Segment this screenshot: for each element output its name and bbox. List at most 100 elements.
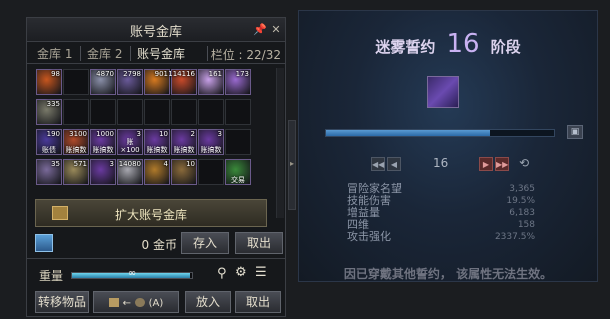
sort-icon[interactable]: ☰	[255, 265, 267, 280]
item-slot[interactable]: 3100 账搞数	[63, 129, 89, 155]
oath-stage: 16	[446, 29, 480, 59]
stat-list: 冒险家名望 3,365 技能伤害 19.5% 增益量 6,183 四维 158 攻击强化 2337…	[347, 183, 535, 243]
item-slot[interactable]: 10	[171, 159, 197, 185]
item-grid: 98 4870 2798 901 114116 161 173 335 190 账债 3100 账搞数…	[33, 68, 273, 186]
item-slot[interactable]: 98	[36, 69, 62, 95]
item-count: 35	[51, 160, 60, 168]
empty-slot[interactable]	[171, 99, 197, 125]
window-title: 账号金库	[129, 25, 182, 40]
transfer-shortcut-button[interactable]: ← (A)	[93, 291, 179, 313]
item-slot[interactable]: 1000 账搞数	[90, 129, 116, 155]
last-stage-icon[interactable]: ▶▶	[495, 157, 509, 171]
close-icon[interactable]: ✕	[269, 23, 283, 37]
item-count: 4	[163, 160, 168, 168]
oath-tooltip: 迷雾誓约 16 阶段 ▣ ◀◀ ◀ 16 ▶ ▶▶ ⟲ 冒险家名望 3,365 技能…	[298, 10, 598, 282]
item-count: 173	[235, 70, 249, 78]
empty-slot[interactable]	[90, 99, 116, 125]
oath-icon	[427, 76, 459, 108]
pin-icon[interactable]: 📌	[253, 23, 267, 37]
gold-amount: 0 金币	[141, 238, 177, 252]
expand-vault-label: 扩大账号金库	[114, 208, 187, 222]
stat-value: 3,365	[509, 184, 535, 194]
empty-slot[interactable]	[225, 99, 251, 125]
tab-divider	[80, 46, 81, 61]
item-slot[interactable]: 901	[144, 69, 170, 95]
item-slot[interactable]: 10 账搞数	[144, 129, 170, 155]
item-slot[interactable]: 161	[198, 69, 224, 95]
item-slot[interactable]: 3	[90, 159, 116, 185]
arrow-left-icon: ←	[122, 298, 131, 309]
item-slot[interactable]: 交易	[225, 159, 251, 185]
item-slot[interactable]: 114116	[168, 69, 197, 95]
refresh-icon[interactable]: ⟲	[519, 156, 529, 170]
item-caption: 交易	[231, 176, 245, 184]
stat-value: 6,183	[509, 208, 535, 218]
chest-icon[interactable]: ▣	[567, 125, 583, 139]
empty-slot[interactable]	[198, 99, 224, 125]
tab-account-vault[interactable]: 账号金库	[137, 46, 185, 62]
item-slot[interactable]: 4870	[90, 69, 116, 95]
item-count: 3	[217, 130, 222, 138]
take-out-button[interactable]: 取出	[235, 291, 281, 313]
empty-slot[interactable]	[198, 159, 224, 185]
stage-level: 16	[433, 156, 449, 170]
empty-slot[interactable]	[144, 99, 170, 125]
oath-progress-fill	[326, 130, 491, 136]
account-vault-window: 账号金库 📌 ✕ 金库 1 金库 2 账号金库 栏位 : 22/32 98 487…	[26, 17, 286, 317]
stat-value: 2337.5%	[494, 232, 535, 242]
prev-stage-icon[interactable]: ◀	[387, 157, 401, 171]
stat-value: 19.5%	[506, 196, 535, 206]
item-slot[interactable]: 2798	[117, 69, 143, 95]
item-caption: 账搞数	[173, 146, 195, 154]
item-slot[interactable]: 4	[144, 159, 170, 185]
item-slot[interactable]: 173	[225, 69, 251, 95]
gold-icon	[134, 298, 145, 307]
item-count: 14080	[118, 160, 141, 168]
empty-slot[interactable]	[63, 69, 89, 95]
empty-slot[interactable]	[225, 129, 251, 155]
treasure-icon[interactable]	[35, 234, 53, 252]
item-count: 190	[46, 130, 60, 138]
item-slot[interactable]: 3 账×100	[117, 129, 143, 155]
item-count: 3100	[69, 130, 87, 138]
item-count: 2	[190, 130, 195, 138]
withdraw-button[interactable]: 取出	[235, 232, 283, 254]
deposit-button[interactable]: 存入	[181, 232, 229, 254]
first-stage-icon[interactable]: ◀◀	[371, 157, 385, 171]
panel-handle[interactable]: ▸	[288, 120, 296, 210]
tab-divider	[130, 46, 131, 61]
item-slot[interactable]: 571	[63, 159, 89, 185]
item-caption: 账×100	[120, 138, 140, 154]
empty-slot[interactable]	[63, 99, 89, 125]
item-slot[interactable]: 3 账搞数	[198, 129, 224, 155]
grid-scrollbar[interactable]	[276, 68, 284, 218]
next-stage-icon[interactable]: ▶	[479, 157, 493, 171]
stat-label: 攻击强化	[347, 230, 391, 243]
search-icon[interactable]: ⚲	[217, 266, 227, 281]
tab-vault-2[interactable]: 金库 2	[87, 46, 122, 62]
weight-bar: ∞	[71, 268, 193, 279]
item-count: 335	[46, 100, 60, 108]
item-slot[interactable]: 190 账债	[36, 129, 62, 155]
item-slot[interactable]: 14080	[117, 159, 143, 185]
item-slot[interactable]: 2 账搞数	[171, 129, 197, 155]
put-in-button[interactable]: 放入	[185, 291, 231, 313]
item-slot[interactable]: 35	[36, 159, 62, 185]
item-count: 901	[154, 70, 168, 78]
stat-value: 158	[517, 220, 535, 230]
item-count: 161	[208, 70, 222, 78]
stage-label: 阶段	[490, 38, 521, 56]
title-bar[interactable]: 账号金库 📌 ✕	[27, 18, 285, 42]
item-caption: 账搞数	[146, 146, 168, 154]
oath-progress-bar	[325, 129, 555, 137]
item-slot[interactable]: 335	[36, 99, 62, 125]
stat-row: 增益量 6,183	[347, 207, 535, 219]
tab-bar: 金库 1 金库 2 账号金库 栏位 : 22/32	[27, 43, 285, 64]
bottom-panel: 重量 ∞ ⚲ ⚙ ☰ 转移物品 ← (A) 放入 取出	[27, 258, 285, 316]
tab-vault-1[interactable]: 金库 1	[37, 46, 72, 62]
empty-slot[interactable]	[117, 99, 143, 125]
gear-icon[interactable]: ⚙	[235, 265, 247, 280]
item-caption: 账搞数	[65, 146, 87, 154]
expand-vault-button[interactable]: 扩大账号金库	[35, 199, 267, 227]
transfer-items-button[interactable]: 转移物品	[35, 291, 89, 313]
